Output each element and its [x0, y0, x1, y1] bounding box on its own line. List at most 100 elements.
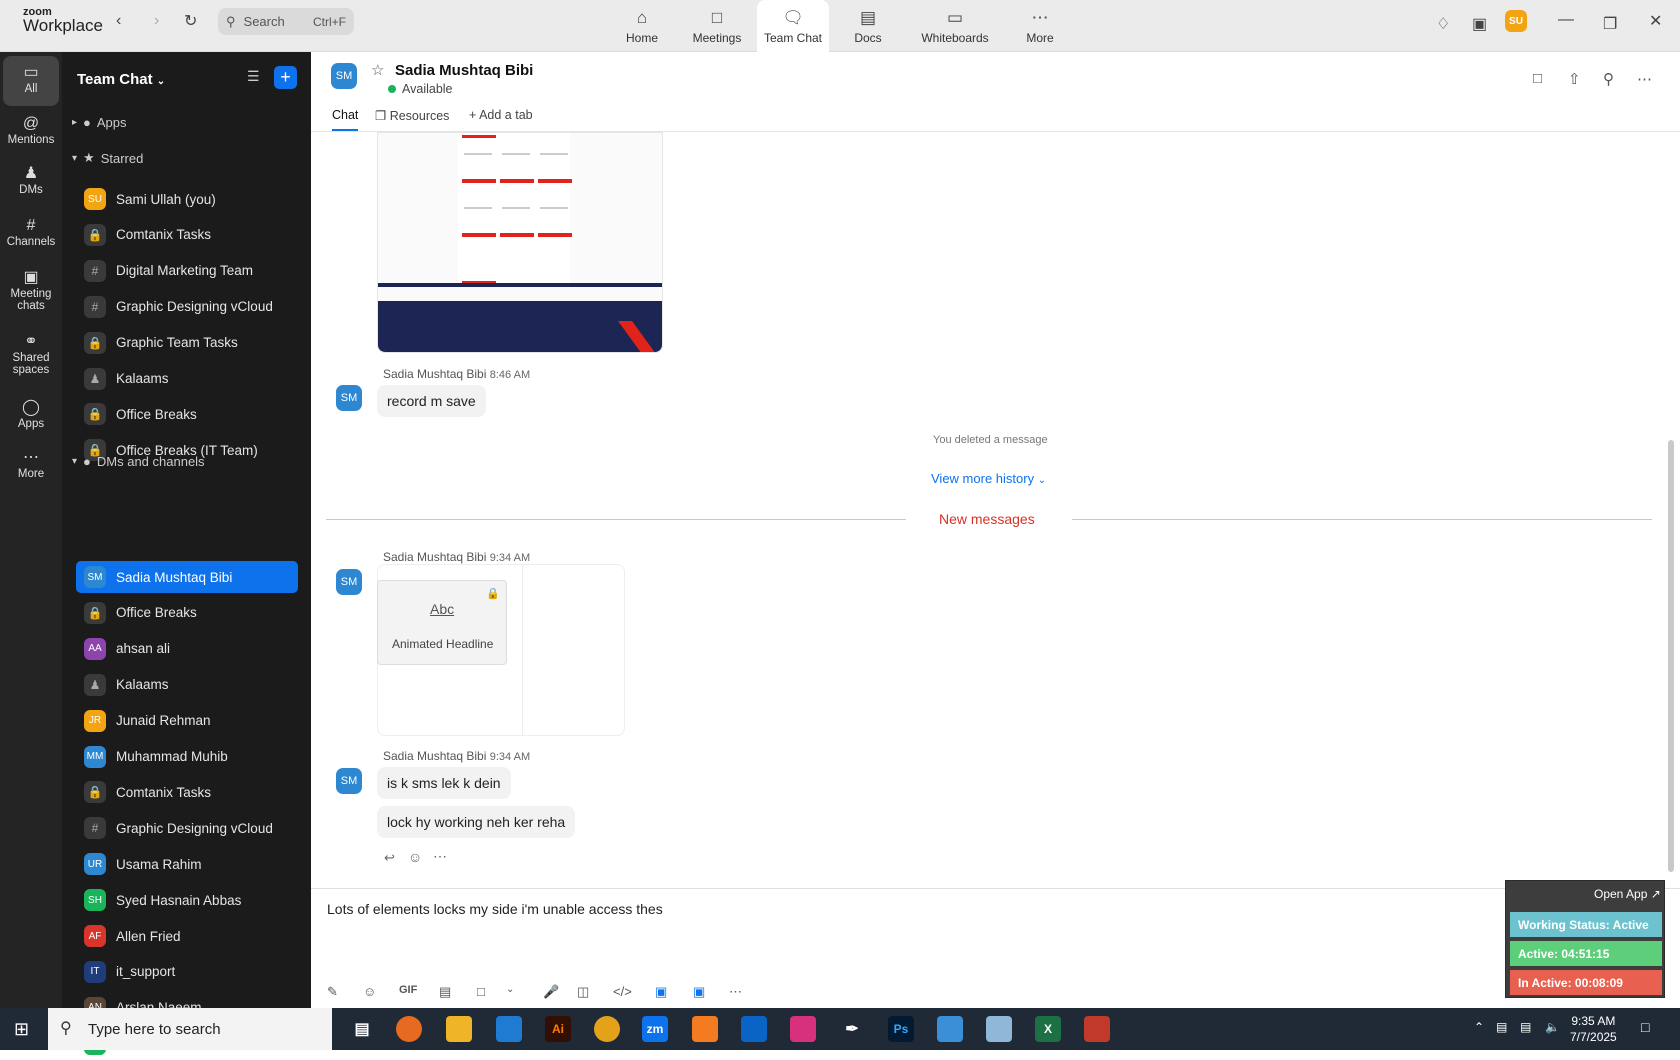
section-dms[interactable]: ▾ ● DMs and channels	[72, 454, 205, 469]
message-sender[interactable]: Sadia Mushtaq Bibi 8:46 AM	[383, 367, 530, 381]
sidebar-item[interactable]: AF Allen Fried	[76, 920, 298, 952]
audio-icon[interactable]: 🎤	[543, 984, 559, 1000]
rail-apps[interactable]: ◯ Apps	[0, 400, 62, 431]
code-icon[interactable]: </>	[613, 984, 632, 999]
view-more-history-link[interactable]: View more history ⌄	[931, 471, 1046, 486]
sidebar-item[interactable]: ♟ Kalaams	[76, 669, 298, 701]
snipping-tool-icon[interactable]	[1084, 1016, 1110, 1042]
contact-avatar[interactable]: SM	[331, 63, 357, 89]
rail-mentions[interactable]: @ Mentions	[0, 116, 62, 147]
pen-tool-icon[interactable]: ✒	[839, 1016, 865, 1042]
minimize-icon[interactable]: —	[1558, 11, 1574, 29]
sidebar-item[interactable]: SM Sadia Mushtaq Bibi	[76, 561, 298, 593]
windows-start-icon[interactable]: ⊞	[14, 1019, 29, 1040]
rail-more[interactable]: ⋯ More	[0, 450, 62, 481]
user-avatar[interactable]: SU	[1505, 10, 1527, 32]
close-icon[interactable]: ✕	[1649, 11, 1662, 31]
zoom-taskbar-icon[interactable]: zm	[642, 1016, 668, 1042]
nav-more[interactable]: ⋯ More	[1004, 0, 1076, 52]
sidebar-item[interactable]: 🔒 Comtanix Tasks	[76, 776, 298, 808]
creative-cloud-icon[interactable]	[790, 1016, 816, 1042]
notifications-icon[interactable]: □	[1641, 1019, 1649, 1035]
search-icon[interactable]: ⚲	[1603, 70, 1614, 88]
format-icon[interactable]: ✎	[327, 984, 338, 1000]
sender-avatar[interactable]: SM	[336, 385, 362, 411]
emoji-icon[interactable]: ☺	[363, 984, 376, 999]
scrollbar[interactable]	[1668, 440, 1674, 872]
app-icon[interactable]: ▣	[655, 984, 667, 1000]
nav-docs[interactable]: ▤ Docs	[832, 0, 904, 52]
sidebar-item[interactable]: AA ahsan ali	[76, 633, 298, 665]
sender-avatar[interactable]: SM	[336, 569, 362, 595]
network-icon[interactable]: ▤	[1520, 1020, 1531, 1034]
zoom-app-icon[interactable]: ▣	[693, 984, 705, 1000]
tab-resources[interactable]: ❐ Resources	[375, 108, 449, 123]
outlook-icon[interactable]	[741, 1016, 767, 1042]
sidebar-item[interactable]: ♟ Kalaams	[76, 363, 298, 395]
sidebar-item[interactable]: UR Usama Rahim	[76, 848, 298, 880]
sidebar-item[interactable]: 🔒 Office Breaks	[76, 597, 298, 629]
animated-headline-card[interactable]: Abc 🔒 Animated Headline	[377, 580, 507, 665]
filter-icon[interactable]: ☰	[247, 68, 260, 85]
file-explorer-icon[interactable]	[446, 1016, 472, 1042]
video-clip-icon[interactable]: ◫	[577, 984, 589, 1000]
sidebar-item[interactable]: IT it_support	[76, 956, 298, 988]
firefox-icon[interactable]	[396, 1016, 422, 1042]
message-sender[interactable]: Sadia Mushtaq Bibi 9:34 AM	[383, 749, 530, 763]
sidebar-item[interactable]: 🔒 Office Breaks	[76, 398, 298, 430]
new-chat-button[interactable]: +	[274, 66, 297, 89]
sidebar-item[interactable]: # Digital Marketing Team	[76, 255, 298, 287]
message-input[interactable]: Lots of elements locks my side i'm unabl…	[327, 901, 663, 917]
video-call-icon[interactable]: □	[1533, 70, 1542, 87]
forward-arrow-icon[interactable]: ›	[154, 12, 159, 30]
share-screen-icon[interactable]: ⇧	[1568, 70, 1581, 88]
message-sender[interactable]: Sadia Mushtaq Bibi 9:34 AM	[383, 550, 530, 564]
back-arrow-icon[interactable]: ‹	[116, 12, 121, 30]
nav-home[interactable]: ⌂ Home	[606, 0, 678, 52]
history-icon[interactable]: ↻	[184, 11, 197, 31]
screenshot-icon[interactable]: □	[477, 984, 485, 999]
section-starred[interactable]: ▾ ★ Starred	[72, 150, 143, 166]
reply-icon[interactable]: ↩	[384, 850, 395, 866]
rail-all[interactable]: ▭ All	[0, 56, 62, 106]
message-bubble[interactable]: lock hy working neh ker reha	[377, 806, 576, 838]
photoshop-icon[interactable]: Ps	[888, 1016, 914, 1042]
open-app-button[interactable]: Open App ↗	[1594, 887, 1661, 901]
restore-icon[interactable]: ❐	[1603, 14, 1617, 34]
sidebar-item[interactable]: JR Junaid Rehman	[76, 705, 298, 737]
volume-icon[interactable]: 🔈	[1545, 1020, 1560, 1034]
sidebar-item[interactable]: # Graphic Designing vCloud	[76, 291, 298, 323]
illustrator-icon[interactable]: Ai	[545, 1016, 571, 1042]
sidebar-item[interactable]: SU Sami Ullah (you)	[76, 183, 298, 215]
section-apps[interactable]: ▸ ● Apps	[72, 115, 127, 130]
sender-avatar[interactable]: SM	[336, 768, 362, 794]
xampp-icon[interactable]	[692, 1016, 718, 1042]
image-attachment[interactable]	[377, 132, 663, 353]
vscode-icon[interactable]	[496, 1016, 522, 1042]
chevron-down-icon[interactable]: ⌄	[506, 984, 514, 995]
sidebar-item[interactable]: 🔒 Graphic Team Tasks	[76, 327, 298, 359]
star-outline-icon[interactable]: ☆	[371, 61, 384, 79]
more-icon[interactable]: ⋯	[729, 984, 742, 1000]
message-bubble[interactable]: record m save	[377, 385, 486, 417]
sidebar-title[interactable]: Team Chat ⌄	[77, 71, 165, 88]
message-bubble[interactable]: is k sms lek k dein	[377, 767, 511, 799]
tray-app-icon[interactable]: ▤	[1496, 1020, 1507, 1034]
nav-meetings[interactable]: □ Meetings	[681, 0, 753, 52]
task-view-icon[interactable]: ▤	[349, 1016, 375, 1042]
search-input[interactable]: ⚲ Search Ctrl+F	[218, 8, 354, 35]
more-icon[interactable]: ⋯	[1637, 70, 1652, 88]
sidebar-item[interactable]: 🔒 Comtanix Tasks	[76, 219, 298, 251]
bell-icon[interactable]: ♢	[1436, 14, 1450, 34]
taskbar-clock[interactable]: 9:35 AM 7/7/2025	[1570, 1013, 1617, 1045]
sidebar-item[interactable]: # Graphic Designing vCloud	[76, 812, 298, 844]
contact-name[interactable]: Sadia Mushtaq Bibi	[395, 62, 533, 79]
rail-channels[interactable]: # Channels	[0, 218, 62, 249]
tab-chat[interactable]: Chat	[332, 108, 359, 131]
tab-add[interactable]: + Add a tab	[469, 108, 533, 122]
calendar-icon[interactable]: ▣	[1472, 14, 1487, 34]
more-actions-icon[interactable]: ⋯	[433, 848, 447, 865]
nav-team-chat[interactable]: 🗨 Team Chat	[757, 0, 829, 52]
tray-chevron-icon[interactable]: ⌃	[1474, 1020, 1484, 1034]
emoji-react-icon[interactable]: ☺	[408, 849, 422, 865]
